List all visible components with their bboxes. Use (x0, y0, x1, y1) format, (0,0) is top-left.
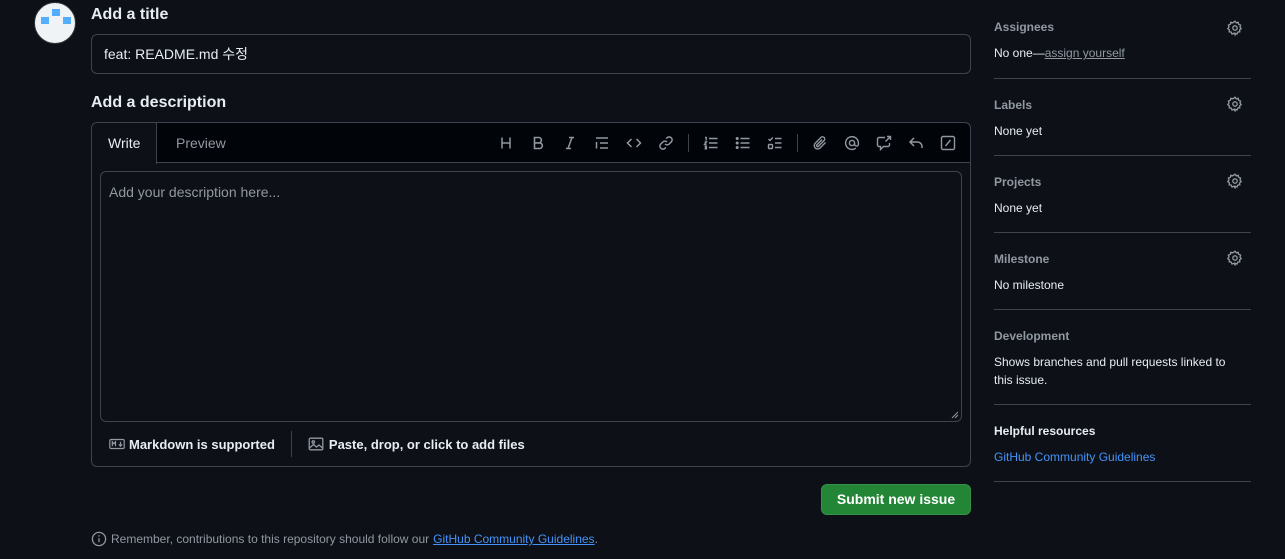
assign-yourself-link[interactable]: assign yourself (1045, 46, 1125, 60)
info-icon (91, 531, 107, 547)
tab-preview[interactable]: Preview (160, 123, 242, 163)
link-icon[interactable] (650, 127, 682, 159)
image-icon (308, 437, 324, 451)
description-textarea[interactable]: Add your description here... (100, 171, 962, 422)
add-files-button[interactable]: Paste, drop, or click to add files (308, 436, 525, 452)
task-list-icon[interactable] (759, 127, 791, 159)
projects-title: Projects (994, 175, 1042, 189)
toolbar-divider (797, 134, 798, 152)
reply-icon[interactable] (900, 127, 932, 159)
community-guidelines-link[interactable]: GitHub Community Guidelines (433, 532, 594, 546)
development-section: Development Shows branches and pull requ… (994, 310, 1251, 405)
markdown-toolbar (490, 123, 964, 163)
contribution-notice: Remember, contributions to this reposito… (91, 531, 598, 547)
footer-divider (290, 431, 292, 457)
tab-write[interactable]: Write (92, 123, 158, 164)
avatar[interactable] (34, 2, 76, 44)
notice-period: . (594, 532, 598, 546)
assignees-none: No one— (994, 46, 1045, 60)
assignees-section: Assignees No one—assign yourself (994, 0, 1251, 79)
identicon-pixel (63, 17, 71, 24)
resize-handle-icon[interactable] (951, 411, 959, 419)
helpful-resources-title: Helpful resources (994, 424, 1096, 438)
italic-icon[interactable] (554, 127, 586, 159)
assignees-title: Assignees (994, 20, 1055, 34)
milestone-value: No milestone (994, 278, 1065, 292)
description-heading: Add a description (91, 94, 227, 111)
add-files-label: Paste, drop, or click to add files (328, 436, 525, 452)
description-placeholder: Add your description here... (109, 184, 281, 200)
contribution-notice-text: Remember, contributions to this reposito… (111, 532, 430, 546)
title-heading: Add a title (91, 6, 169, 23)
identicon-pixel (41, 17, 49, 24)
code-icon[interactable] (618, 127, 650, 159)
helpful-guidelines-link[interactable]: GitHub Community Guidelines (994, 448, 1251, 466)
editor-footer: Markdown is supported Paste, drop, or cl… (92, 429, 970, 459)
slash-commands-icon[interactable] (932, 127, 964, 159)
assignees-value: No one—assign yourself (994, 44, 1251, 62)
unordered-list-icon[interactable] (727, 127, 759, 159)
markdown-supported-label: Markdown is supported (129, 436, 275, 452)
projects-value: None yet (994, 201, 1043, 215)
projects-section: Projects None yet (994, 156, 1251, 233)
description-editor: Write Preview Add your description here.… (91, 122, 971, 467)
labels-value: None yet (994, 124, 1043, 138)
gear-icon[interactable] (1227, 173, 1243, 189)
editor-header: Write Preview (92, 123, 970, 164)
attach-icon[interactable] (804, 127, 836, 159)
development-title: Development (994, 329, 1070, 343)
submit-new-issue-button[interactable]: Submit new issue (821, 484, 971, 515)
issue-sidebar: Assignees No one—assign yourself Labels … (994, 0, 1251, 482)
gear-icon[interactable] (1227, 96, 1243, 112)
markdown-supported-link[interactable]: Markdown is supported (109, 436, 275, 452)
mention-icon[interactable] (836, 127, 868, 159)
new-issue-page: Add a title feat: README.md 수정 Add a des… (0, 0, 1285, 559)
labels-title: Labels (994, 98, 1033, 112)
identicon-pixel (52, 9, 60, 16)
bold-icon[interactable] (522, 127, 554, 159)
gear-icon[interactable] (1227, 250, 1243, 266)
milestone-section: Milestone No milestone (994, 233, 1251, 310)
heading-icon[interactable] (490, 127, 522, 159)
cross-reference-icon[interactable] (868, 127, 900, 159)
title-input[interactable]: feat: README.md 수정 (91, 34, 971, 74)
milestone-title: Milestone (994, 252, 1050, 266)
quote-icon[interactable] (586, 127, 618, 159)
gear-icon[interactable] (1227, 20, 1243, 36)
markdown-icon (109, 438, 125, 450)
helpful-resources-section: Helpful resources GitHub Community Guide… (994, 405, 1251, 482)
labels-section: Labels None yet (994, 79, 1251, 156)
toolbar-divider (688, 134, 689, 152)
ordered-list-icon[interactable] (695, 127, 727, 159)
development-value: Shows branches and pull requests linked … (994, 355, 1226, 387)
